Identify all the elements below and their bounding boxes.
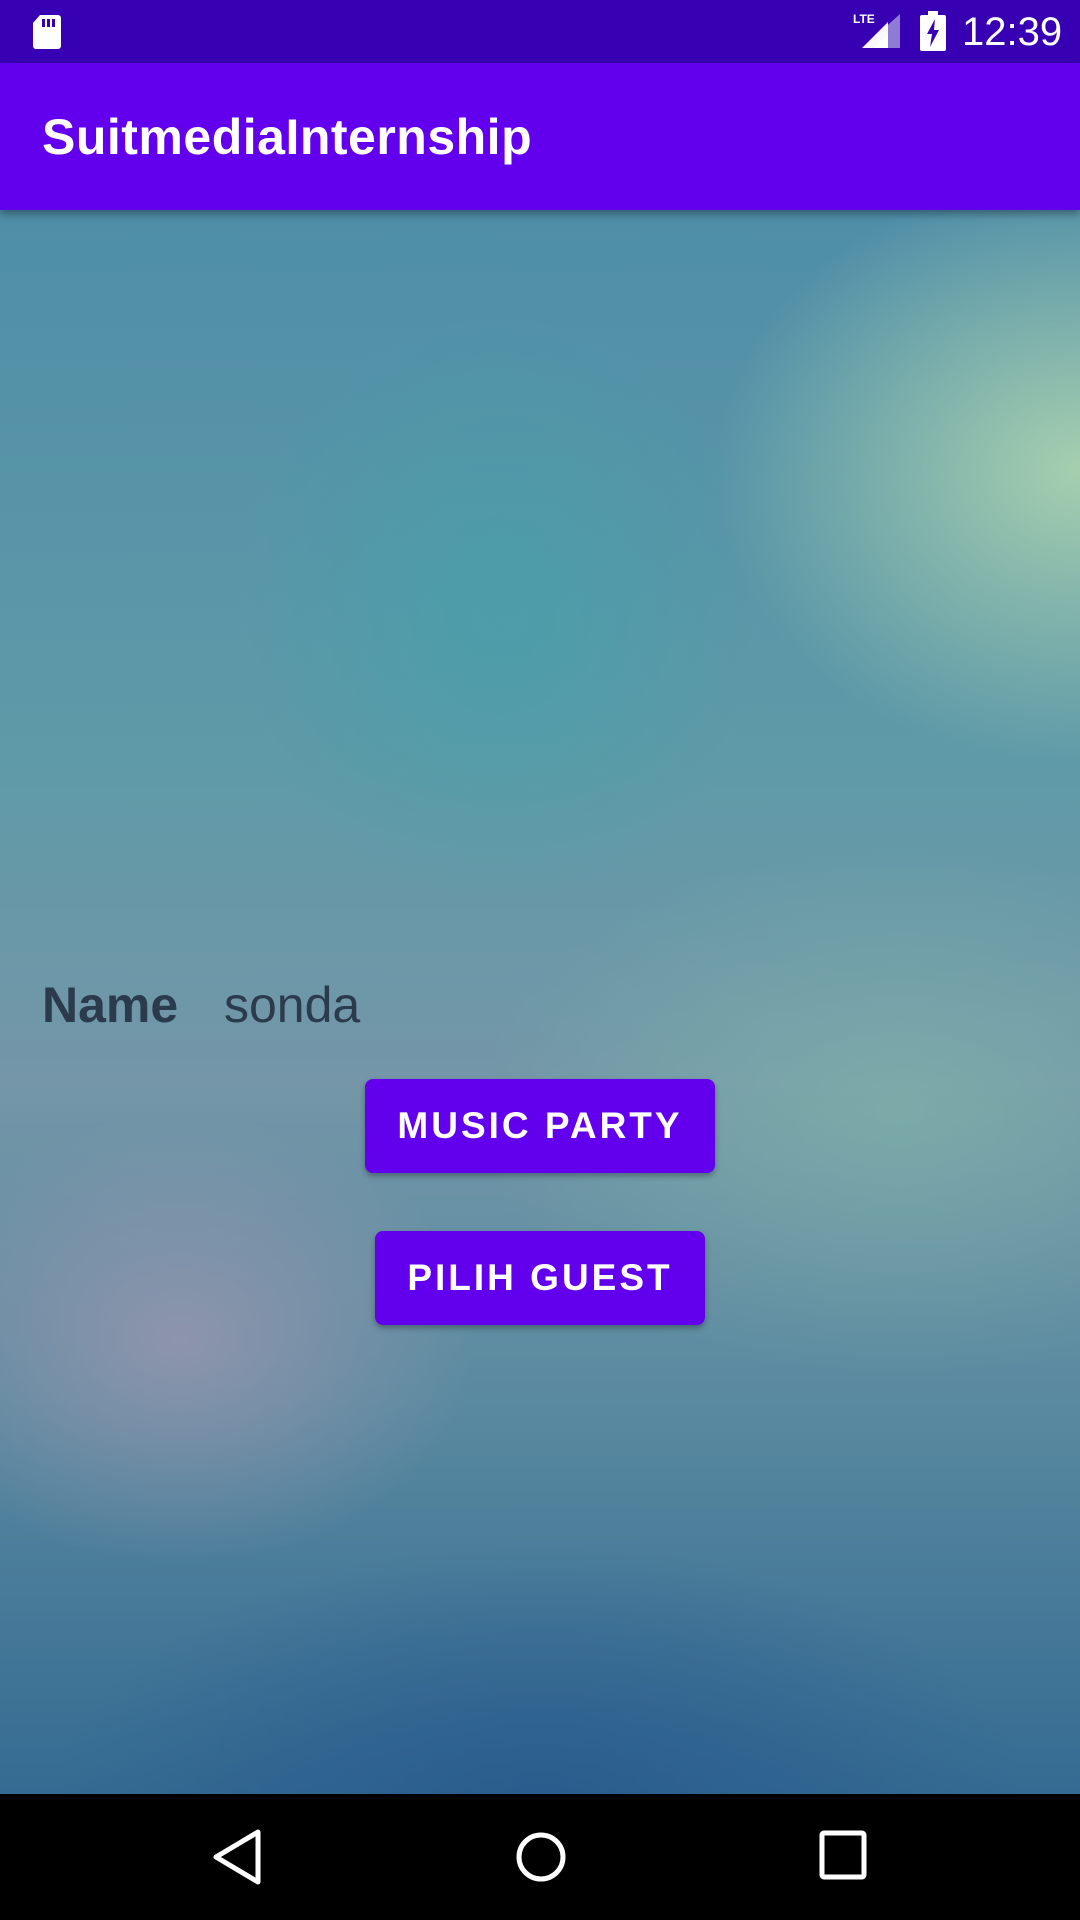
status-bar: LTE 12:39	[0, 0, 1080, 63]
name-value: sonda	[224, 977, 361, 1033]
recent-apps-icon[interactable]	[818, 1829, 868, 1881]
status-time: 12:39	[962, 10, 1063, 54]
content-area: Name sonda MUSIC PARTY PILIH GUEST	[0, 210, 1080, 1794]
battery-charging-icon	[920, 11, 946, 51]
music-party-button[interactable]: MUSIC PARTY	[365, 1079, 715, 1173]
lte-label: LTE	[853, 12, 875, 26]
name-label: Name	[42, 977, 179, 1033]
screen: LTE 12:39 SuitmediaInternship Name sonda…	[0, 0, 1080, 1920]
pilih-guest-button[interactable]: PILIH GUEST	[375, 1231, 705, 1325]
sd-card-icon	[33, 15, 61, 49]
lte-signal-icon: LTE	[853, 12, 900, 48]
navigation-bar	[0, 1794, 1080, 1920]
app-bar: SuitmediaInternship	[0, 63, 1080, 210]
home-icon[interactable]	[513, 1828, 569, 1886]
back-icon[interactable]	[210, 1828, 266, 1886]
app-title: SuitmediaInternship	[42, 109, 533, 165]
